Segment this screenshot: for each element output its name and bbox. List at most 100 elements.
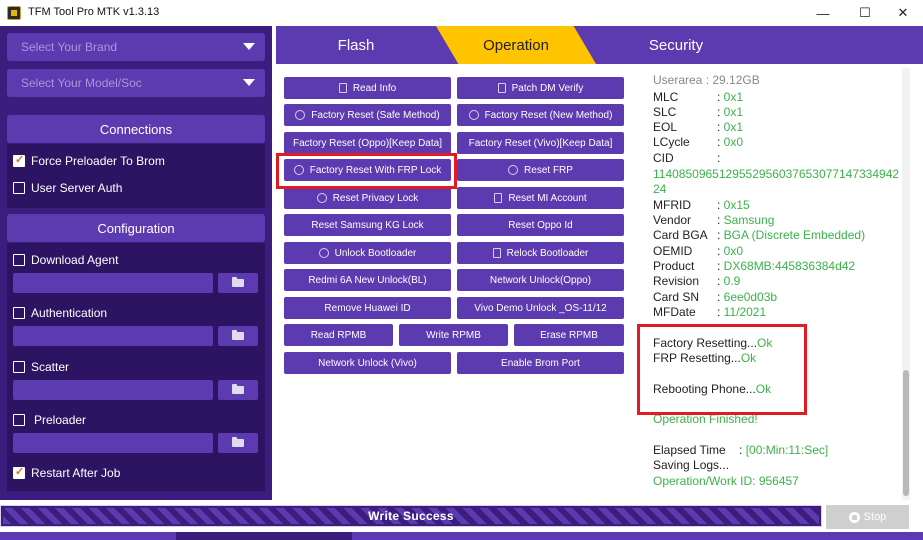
title-bar: TFM Tool Pro MTK v1.3.13 — ☐ ✕	[0, 0, 923, 26]
force-preloader-label: Force Preloader To Brom	[31, 154, 165, 168]
network-unlock-oppo-button[interactable]: Network Unlock(Oppo)	[457, 269, 624, 291]
log-key: Revision	[653, 274, 700, 288]
relock-bootloader-button[interactable]: Relock Bootloader	[457, 242, 624, 264]
tab-operation[interactable]: Operation	[436, 26, 596, 64]
log-line-mfrid: MFRID: 0x15	[653, 198, 750, 212]
log-value: 0x1	[723, 90, 744, 104]
factory-reset-new-label: Factory Reset (New Method)	[484, 109, 613, 121]
log-work-id: Operation/Work ID: 956457	[653, 474, 799, 488]
doc-icon	[497, 83, 506, 93]
log-key: LCycle	[653, 135, 690, 149]
checkbox-checked-icon[interactable]	[13, 153, 25, 167]
network-unlock-vivo-button[interactable]: Network Unlock (Vivo)	[284, 352, 451, 374]
bottom-strip	[0, 532, 923, 540]
vivo-demo-unlock-button[interactable]: Vivo Demo Unlock _OS-11/12	[457, 297, 624, 319]
configuration-group: Download Agent Authentication Scatter Pr…	[7, 243, 265, 491]
brand-select[interactable]: Select Your Brand	[7, 33, 265, 61]
restart-after-job-checkbox[interactable]: Restart After Job	[13, 465, 120, 480]
bottom-strip-segment	[176, 532, 352, 540]
log-line-mfdate: MFDate: 11/2021	[653, 305, 767, 319]
checkbox-checked-icon[interactable]	[13, 465, 25, 479]
log-line-cid: CID:	[653, 151, 721, 165]
close-button[interactable]: ✕	[883, 0, 923, 26]
download-agent-browse-button[interactable]	[218, 273, 258, 293]
redmi-6a-unlock-button[interactable]: Redmi 6A New Unlock(BL)	[284, 269, 451, 291]
scatter-browse-button[interactable]	[218, 380, 258, 400]
log-scrollbar-thumb[interactable]	[903, 370, 909, 496]
read-rpmb-button[interactable]: Read RPMB	[284, 324, 393, 346]
remove-huawei-id-button[interactable]: Remove Huawei ID	[284, 297, 451, 319]
window-title: TFM Tool Pro MTK v1.3.13	[28, 6, 160, 18]
checkbox-unchecked-icon[interactable]	[13, 182, 25, 194]
log-value: 11/2021	[723, 305, 767, 319]
log-value: DX68MB:445836384d42	[723, 259, 856, 273]
log-line-card-bga: Card BGA: BGA (Discrete Embedded)	[653, 228, 866, 242]
authentication-checkbox[interactable]: Authentication	[13, 306, 107, 320]
user-server-auth-label: User Server Auth	[31, 181, 123, 195]
checkbox-unchecked-icon[interactable]	[13, 307, 25, 319]
scatter-path-input[interactable]	[13, 380, 213, 400]
stop-button[interactable]: Stop	[826, 505, 909, 529]
stop-label: Stop	[863, 511, 887, 523]
google-icon	[508, 165, 519, 175]
progress-text: Write Success	[368, 509, 454, 523]
shield-icon	[295, 110, 306, 120]
model-select[interactable]: Select Your Model/Soc	[7, 69, 265, 97]
log-line-mlc: MLC: 0x1	[653, 90, 744, 104]
download-agent-checkbox[interactable]: Download Agent	[13, 253, 118, 267]
reset-mi-account-label: Reset MI Account	[508, 192, 587, 204]
brand-select-placeholder: Select Your Brand	[21, 40, 118, 54]
left-panel: Select Your Brand Select Your Model/Soc …	[0, 26, 272, 500]
relock-bootloader-label: Relock Bootloader	[506, 247, 589, 259]
enable-brom-port-button[interactable]: Enable Brom Port	[457, 352, 624, 374]
reset-oppo-id-button[interactable]: Reset Oppo Id	[457, 214, 624, 236]
read-info-button[interactable]: Read Info	[284, 77, 451, 99]
reset-frp-label: Reset FRP	[524, 164, 573, 176]
authentication-label: Authentication	[31, 306, 108, 320]
factory-reset-vivo-button[interactable]: Factory Reset (Vivo)[Keep Data]	[457, 132, 624, 154]
tab-flash[interactable]: Flash	[276, 26, 436, 64]
force-preloader-checkbox[interactable]: Force Preloader To Brom	[13, 153, 165, 168]
preloader-label: Preloader	[34, 413, 87, 427]
tab-security[interactable]: Security	[596, 26, 756, 64]
factory-reset-safe-button[interactable]: Factory Reset (Safe Method)	[284, 104, 451, 126]
preloader-path-input[interactable]	[13, 433, 213, 453]
patch-dm-verify-button[interactable]: Patch DM Verify	[457, 77, 624, 99]
maximize-button[interactable]: ☐	[845, 0, 885, 26]
checkbox-unchecked-icon[interactable]	[13, 414, 25, 426]
checkbox-unchecked-icon[interactable]	[13, 254, 25, 266]
log-panel: Userarea : 29.12GB MLC: 0x1 SLC: 0x1 EOL…	[636, 68, 908, 500]
user-server-auth-checkbox[interactable]: User Server Auth	[13, 181, 122, 195]
factory-reset-oppo-button[interactable]: Factory Reset (Oppo)[Keep Data]	[284, 132, 451, 154]
log-value: 0x1	[723, 120, 744, 134]
reset-frp-button[interactable]: Reset FRP	[457, 159, 624, 181]
download-agent-path-input[interactable]	[13, 273, 213, 293]
factory-reset-new-button[interactable]: Factory Reset (New Method)	[457, 104, 624, 126]
log-value: 0x15	[723, 198, 750, 212]
checkbox-unchecked-icon[interactable]	[13, 361, 25, 373]
folder-icon	[232, 384, 244, 394]
log-key: OEMID	[653, 244, 693, 258]
write-rpmb-button[interactable]: Write RPMB	[399, 324, 508, 346]
progress-bar: Write Success	[0, 505, 822, 527]
doc-icon	[492, 248, 501, 258]
reset-privacy-lock-button[interactable]: Reset Privacy Lock	[284, 187, 451, 209]
preloader-checkbox[interactable]: Preloader	[13, 413, 86, 427]
doc-icon	[338, 83, 347, 93]
log-elapsed-time: Elapsed Time : [00:Min:11:Sec]	[653, 443, 828, 457]
log-key: MFRID	[653, 198, 691, 212]
folder-icon	[232, 277, 244, 287]
preloader-browse-button[interactable]	[218, 433, 258, 453]
log-line-lcycle: LCycle: 0x0	[653, 135, 744, 149]
reset-samsung-kg-lock-button[interactable]: Reset Samsung KG Lock	[284, 214, 451, 236]
authentication-path-input[interactable]	[13, 326, 213, 346]
folder-icon	[232, 330, 244, 340]
erase-rpmb-button[interactable]: Erase RPMB	[514, 324, 624, 346]
authentication-browse-button[interactable]	[218, 326, 258, 346]
minimize-button[interactable]: —	[803, 0, 843, 26]
unlock-bootloader-button[interactable]: Unlock Bootloader	[284, 242, 451, 264]
scatter-checkbox[interactable]: Scatter	[13, 360, 69, 374]
log-key: Vendor	[653, 213, 692, 227]
reset-mi-account-button[interactable]: Reset MI Account	[457, 187, 624, 209]
main-tabs: Flash Operation Security	[276, 26, 923, 64]
